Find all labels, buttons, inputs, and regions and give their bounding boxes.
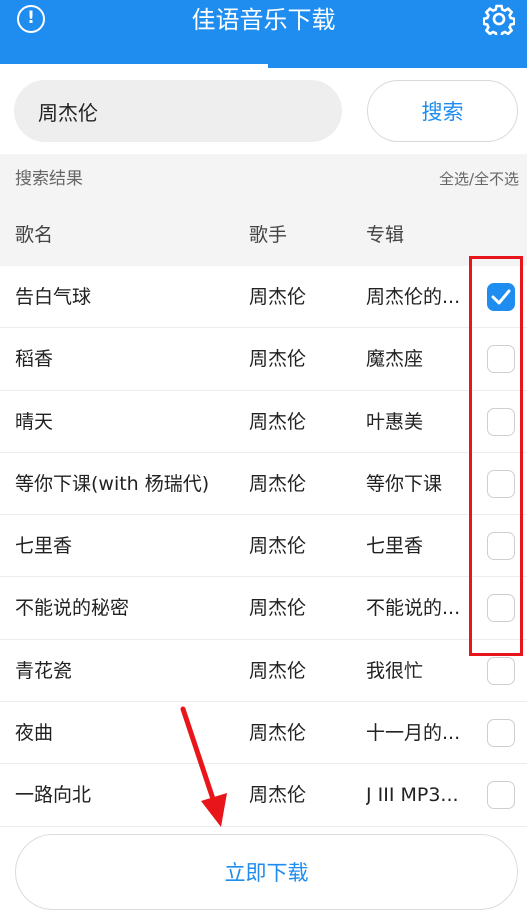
song-album: 等你下课	[366, 472, 443, 495]
song-checkbox[interactable]	[487, 345, 515, 374]
song-name: 夜曲	[15, 722, 54, 745]
song-checkbox[interactable]	[487, 532, 515, 561]
song-singer: 周杰伦	[249, 286, 307, 308]
gear-icon[interactable]	[483, 3, 515, 35]
song-row[interactable]: 七里香 周杰伦 七里香	[0, 515, 527, 578]
song-album: 周杰伦的...	[366, 286, 461, 308]
song-name: 不能说的秘密	[15, 597, 130, 620]
song-checkbox[interactable]	[487, 407, 515, 436]
song-album: 不能说的...	[366, 597, 461, 620]
song-checkbox[interactable]	[487, 469, 515, 498]
song-singer: 周杰伦	[249, 784, 307, 807]
song-album: 魔杰座	[366, 348, 424, 371]
song-name: 晴天	[15, 410, 54, 433]
song-list: 告白气球 周杰伦 周杰伦的... 稻香 周杰伦 魔杰座 晴天 周杰伦 叶惠美 等你下课(with …	[0, 266, 527, 827]
column-header-album: 专辑	[366, 224, 405, 246]
song-name: 七里香	[15, 535, 73, 558]
song-album: 七里香	[366, 535, 424, 558]
song-checkbox[interactable]	[487, 656, 515, 685]
select-all-toggle[interactable]: 全选/全不选	[439, 154, 519, 204]
checkmark-icon	[491, 289, 511, 305]
app-title: 佳语音乐下载	[191, 6, 336, 34]
table-header: 歌名 歌手 专辑	[0, 204, 527, 266]
song-checkbox[interactable]	[487, 594, 515, 623]
song-row[interactable]: 等你下课(with 杨瑞代) 周杰伦 等你下课	[0, 452, 527, 516]
song-name: 告白气球	[15, 286, 92, 308]
search-button[interactable]: 搜索	[367, 80, 518, 142]
song-row[interactable]: 告白气球 周杰伦 周杰伦的...	[0, 266, 527, 329]
results-label: 搜索结果	[15, 169, 83, 189]
search-row: 搜索	[0, 68, 527, 154]
download-now-button[interactable]: 立即下载	[15, 834, 518, 910]
song-name: 一路向北	[15, 784, 92, 807]
song-checkbox[interactable]	[487, 283, 515, 311]
song-singer: 周杰伦	[249, 348, 307, 371]
song-album: 叶惠美	[366, 410, 424, 433]
song-album: 我很忙	[366, 659, 424, 682]
song-album: J III MP3...	[366, 784, 459, 807]
results-bar: 搜索结果 全选/全不选	[0, 154, 527, 204]
song-row[interactable]: 不能说的秘密 周杰伦 不能说的...	[0, 577, 527, 640]
song-album: 十一月的...	[366, 722, 461, 745]
search-input[interactable]	[14, 80, 342, 142]
song-row[interactable]: 夜曲 周杰伦 十一月的...	[0, 702, 527, 765]
song-singer: 周杰伦	[249, 535, 307, 558]
song-singer: 周杰伦	[249, 472, 307, 495]
song-name: 等你下课(with 杨瑞代)	[15, 472, 210, 495]
app-header: ! 佳语音乐下载	[0, 0, 527, 68]
song-singer: 周杰伦	[249, 722, 307, 745]
song-checkbox[interactable]	[487, 781, 515, 810]
song-singer: 周杰伦	[249, 659, 307, 682]
column-header-singer: 歌手	[249, 224, 288, 246]
song-singer: 周杰伦	[249, 597, 307, 620]
song-name: 稻香	[15, 348, 54, 371]
song-singer: 周杰伦	[249, 410, 307, 433]
song-checkbox[interactable]	[487, 719, 515, 748]
song-row[interactable]: 青花瓷 周杰伦 我很忙	[0, 639, 527, 703]
song-row[interactable]: 一路向北 周杰伦 J III MP3...	[0, 764, 527, 827]
song-row[interactable]: 稻香 周杰伦 魔杰座	[0, 328, 527, 391]
column-header-name: 歌名	[15, 224, 54, 246]
song-row[interactable]: 晴天 周杰伦 叶惠美	[0, 390, 527, 453]
song-name: 青花瓷	[15, 659, 73, 682]
